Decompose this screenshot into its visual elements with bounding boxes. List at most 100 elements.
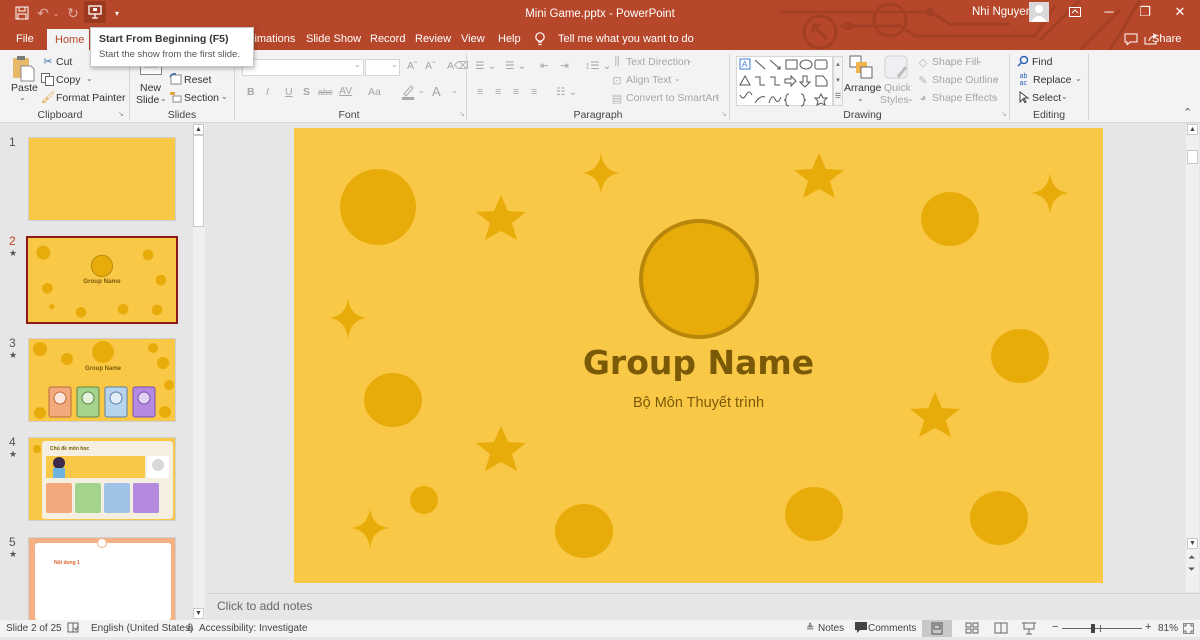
- select-button[interactable]: Select: [1032, 92, 1061, 104]
- new-slide-label-1[interactable]: New: [140, 82, 161, 94]
- thumbnail-scrollbar[interactable]: ▲ ▼: [193, 124, 205, 620]
- smartart-dropdown-icon[interactable]: ⌄: [714, 92, 721, 101]
- ribbon-display-options-icon[interactable]: [1063, 3, 1087, 21]
- font-name-dropdown-icon[interactable]: ⌄: [354, 60, 361, 69]
- language-indicator[interactable]: English (United States): [91, 623, 193, 634]
- bullets-icon[interactable]: ☰ ⌄: [475, 60, 496, 72]
- replace-button[interactable]: Replace: [1033, 74, 1072, 86]
- arrange-icon[interactable]: [849, 55, 873, 81]
- text-shadow-button[interactable]: S: [303, 86, 310, 98]
- highlight-dropdown-icon[interactable]: ⌄: [418, 86, 425, 95]
- clipboard-launcher-icon[interactable]: ↘: [118, 110, 124, 118]
- slide-thumbnail-2[interactable]: Group Name: [26, 236, 178, 324]
- zoom-out-button[interactable]: −: [1052, 621, 1058, 633]
- zoom-slider-thumb[interactable]: [1091, 624, 1095, 633]
- zoom-slider-track[interactable]: [1062, 628, 1142, 629]
- tab-slide-show[interactable]: Slide Show: [298, 28, 369, 50]
- shape-fill-button[interactable]: Shape Fill: [932, 56, 979, 68]
- columns-icon[interactable]: ☷ ⌄: [556, 86, 577, 98]
- normal-view-button[interactable]: [922, 620, 952, 637]
- align-left-icon[interactable]: ≡: [477, 86, 483, 98]
- convert-smartart-button[interactable]: Convert to SmartArt: [626, 92, 719, 104]
- section-dropdown-icon[interactable]: ⌄: [221, 92, 228, 101]
- font-color-dropdown-icon[interactable]: ⌄: [451, 86, 458, 95]
- increase-font-size-icon[interactable]: Aˆ: [407, 60, 418, 72]
- select-dropdown-icon[interactable]: ⌄: [1061, 92, 1068, 101]
- paragraph-launcher-icon[interactable]: ↘: [721, 110, 727, 118]
- bold-button[interactable]: B: [247, 86, 255, 98]
- reset-button[interactable]: Reset: [184, 74, 211, 86]
- user-name[interactable]: Nhi Nguyen: [972, 6, 1032, 18]
- increase-indent-icon[interactable]: ⇥: [560, 60, 569, 72]
- slide-thumbnail-4[interactable]: Chủ đề môn học: [28, 437, 176, 521]
- next-slide-icon[interactable]: ⏷: [1188, 564, 1195, 574]
- arrange-button[interactable]: Arrange: [844, 82, 881, 94]
- paste-icon[interactable]: [10, 54, 36, 82]
- arrange-dropdown-icon[interactable]: ⌄: [857, 94, 864, 103]
- justify-icon[interactable]: ≡: [531, 86, 537, 98]
- scroll-up-button[interactable]: ▲: [1187, 124, 1198, 135]
- current-slide[interactable]: Group Name Bộ Môn Thuyết trình: [294, 128, 1103, 583]
- notes-placeholder[interactable]: Click to add notes: [217, 599, 312, 613]
- slide-sorter-view-button[interactable]: [960, 620, 984, 637]
- scroll-down-button[interactable]: ▼: [1187, 538, 1198, 549]
- slide-show-view-button[interactable]: [1018, 620, 1040, 637]
- copy-dropdown-icon[interactable]: ⌄: [86, 74, 93, 83]
- zoom-in-button[interactable]: +: [1145, 621, 1151, 633]
- previous-slide-icon[interactable]: ⏶: [1188, 552, 1195, 562]
- quick-styles-label-1[interactable]: Quick: [884, 82, 911, 94]
- slide-title[interactable]: Group Name: [294, 343, 1103, 382]
- minimize-button[interactable]: ─: [1097, 3, 1121, 21]
- format-painter-button[interactable]: Format Painter: [56, 92, 125, 104]
- slide-thumbnail-5[interactable]: Nội dung 1: [28, 537, 176, 620]
- tab-review[interactable]: Review: [407, 28, 459, 50]
- character-spacing-button[interactable]: AV: [339, 85, 352, 97]
- new-slide-dropdown-icon[interactable]: ⌄: [160, 94, 167, 103]
- copy-button[interactable]: Copy: [56, 74, 81, 86]
- align-right-icon[interactable]: ≡: [513, 86, 519, 98]
- font-size-dropdown-icon[interactable]: ⌄: [391, 60, 398, 69]
- line-spacing-icon[interactable]: ↕☰ ⌄: [585, 60, 611, 72]
- shapes-gallery[interactable]: A: [736, 56, 833, 107]
- spell-check-icon[interactable]: [67, 622, 79, 636]
- quick-styles-icon[interactable]: [884, 55, 910, 81]
- replace-dropdown-icon[interactable]: ⌄: [1075, 74, 1082, 83]
- accessibility-status[interactable]: Accessibility: Investigate: [199, 623, 307, 634]
- scroll-up-button[interactable]: ▲: [193, 124, 204, 135]
- quick-styles-dropdown-icon[interactable]: ⌄: [907, 94, 914, 103]
- slide-thumbnail-1[interactable]: [28, 137, 176, 221]
- collapse-ribbon-icon[interactable]: ⌃: [1183, 106, 1192, 119]
- shapes-gallery-scroll[interactable]: ▴ ▾ ☰: [833, 56, 843, 106]
- text-direction-dropdown-icon[interactable]: ⌄: [686, 56, 693, 65]
- tell-me-search[interactable]: Tell me what you want to do: [550, 28, 702, 50]
- font-color-button[interactable]: A: [432, 84, 441, 99]
- shape-outline-button[interactable]: Shape Outline: [932, 74, 999, 86]
- scroll-thumb[interactable]: [1187, 150, 1198, 164]
- change-case-button[interactable]: Aa: [368, 86, 381, 98]
- tab-home[interactable]: Home: [47, 29, 89, 50]
- scroll-down-button[interactable]: ▼: [193, 608, 204, 619]
- underline-button[interactable]: U: [285, 86, 293, 98]
- tab-view[interactable]: View: [453, 28, 493, 50]
- shape-outline-dropdown-icon[interactable]: ⌄: [993, 74, 1000, 83]
- reading-view-button[interactable]: [990, 620, 1012, 637]
- tab-file[interactable]: File: [8, 28, 42, 50]
- highlight-color-icon[interactable]: [400, 84, 416, 100]
- section-button[interactable]: Section: [184, 92, 219, 104]
- font-launcher-icon[interactable]: ↘: [459, 110, 465, 118]
- comments-toggle-button[interactable]: Comments: [868, 623, 916, 634]
- numbering-icon[interactable]: ☰ ⌄: [505, 60, 526, 72]
- notes-pane[interactable]: Click to add notes: [208, 593, 1200, 620]
- shape-effects-button[interactable]: Shape Effects: [932, 92, 997, 104]
- text-direction-button[interactable]: Text Direction: [626, 56, 690, 68]
- drawing-launcher-icon[interactable]: ↘: [1001, 110, 1007, 118]
- slide-subtitle[interactable]: Bộ Môn Thuyết trình: [294, 395, 1103, 411]
- cut-button[interactable]: Cut: [56, 56, 72, 68]
- decrease-font-size-icon[interactable]: Aˇ: [425, 60, 436, 72]
- italic-button[interactable]: I: [266, 86, 269, 98]
- slide-scrollbar[interactable]: ▲ ▼ ⏶ ⏷: [1186, 124, 1199, 592]
- fit-to-window-icon[interactable]: [1183, 623, 1194, 634]
- restore-button[interactable]: ❐: [1133, 3, 1157, 21]
- close-button[interactable]: ✕: [1168, 3, 1192, 21]
- scroll-thumb[interactable]: [193, 135, 204, 227]
